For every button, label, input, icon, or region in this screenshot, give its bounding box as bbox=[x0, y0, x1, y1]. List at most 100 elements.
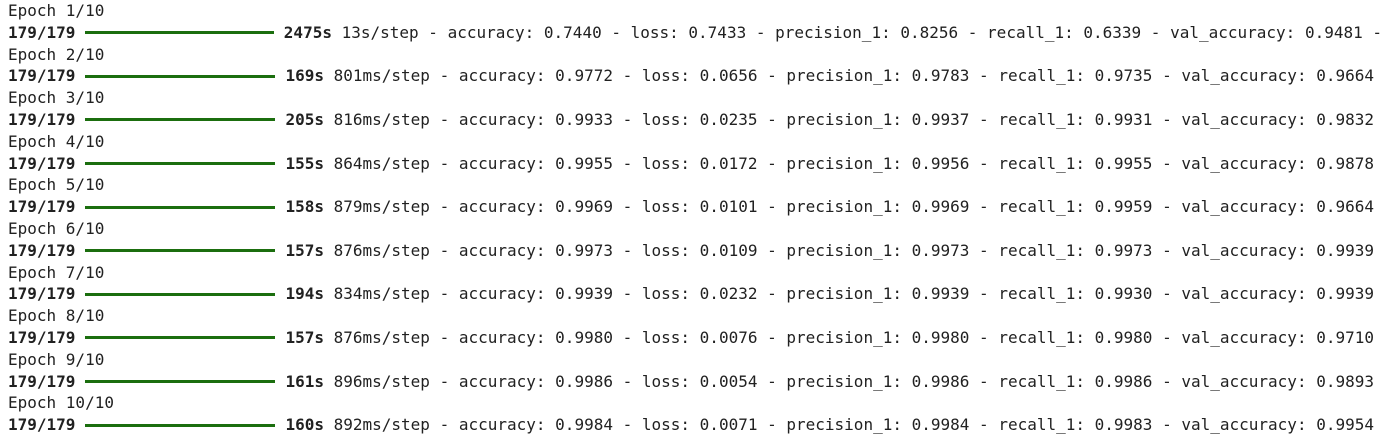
dash-separator: - bbox=[612, 284, 642, 304]
dash-separator: - bbox=[969, 327, 999, 347]
dash-separator: - bbox=[1152, 197, 1182, 217]
metric-label: recall_1: bbox=[998, 153, 1095, 173]
epoch-header: Epoch 1/10 bbox=[8, 1, 105, 20]
accuracy-value: 0.9933 bbox=[555, 109, 613, 129]
dash-separator: - bbox=[969, 153, 999, 173]
progress-bar bbox=[85, 249, 276, 253]
step-rate: 864ms/step bbox=[333, 153, 430, 173]
metric-label: recall_1: bbox=[998, 66, 1095, 86]
accuracy-value: 0.7440 bbox=[543, 22, 602, 42]
metric-label: recall_1: bbox=[998, 415, 1095, 435]
recall-value: 0.9980 bbox=[1094, 327, 1153, 347]
precision-value: 0.9986 bbox=[911, 371, 970, 391]
dash-separator: - bbox=[612, 371, 642, 391]
dash-separator: - bbox=[1152, 66, 1182, 86]
epoch-header: Epoch 4/10 bbox=[8, 131, 105, 151]
dash-separator: - bbox=[429, 415, 459, 435]
metric-label: precision_1: bbox=[786, 415, 912, 435]
step-rate: 892ms/step bbox=[333, 415, 430, 435]
progress-bar bbox=[85, 336, 276, 340]
recall-value: 0.9983 bbox=[1094, 415, 1153, 435]
dash-separator: - bbox=[969, 284, 999, 304]
step-rate: 876ms/step bbox=[333, 327, 430, 347]
epoch-progress-row: 179/179 2475s 13s/step - accuracy: 0.7440… bbox=[8, 22, 1382, 44]
epoch-header: Epoch 6/10 bbox=[8, 218, 105, 238]
dash-separator: - bbox=[1152, 284, 1182, 304]
epoch-progress-row: 179/179 160s 892ms/step - accuracy: 0.998… bbox=[8, 414, 1382, 436]
dash-separator: - bbox=[1152, 240, 1182, 260]
metric-label: loss: bbox=[641, 153, 700, 173]
metric-label: val_accuracy: bbox=[1181, 327, 1317, 347]
accuracy-value: 0.9984 bbox=[555, 415, 613, 435]
accuracy-value: 0.9969 bbox=[555, 197, 613, 217]
epoch-time: 157s bbox=[285, 327, 324, 347]
dash-separator: - bbox=[969, 240, 999, 260]
accuracy-value: 0.9973 bbox=[555, 240, 613, 260]
metric-label: precision_1: bbox=[786, 371, 912, 391]
val-accuracy-value: 0.9939 bbox=[1316, 284, 1374, 304]
epoch-progress-row: 179/179 205s 816ms/step - accuracy: 0.993… bbox=[8, 109, 1382, 131]
training-log-output: Epoch 1/10 179/179 2475s 13s/step - accura… bbox=[8, 0, 1382, 436]
dash-separator: - bbox=[757, 153, 787, 173]
loss-value: 0.0071 bbox=[699, 415, 758, 435]
precision-value: 0.9984 bbox=[911, 415, 970, 435]
metric-label: val_accuracy: bbox=[1181, 66, 1317, 86]
metric-label: precision_1: bbox=[786, 197, 912, 217]
dash-separator: - bbox=[757, 240, 787, 260]
metric-label: precision_1: bbox=[775, 22, 901, 42]
metric-label: accuracy: bbox=[458, 284, 556, 304]
dash-separator: - bbox=[429, 284, 459, 304]
epoch-time: 157s bbox=[285, 240, 324, 260]
step-count: 179/179 bbox=[8, 22, 76, 42]
dash-separator: - bbox=[1152, 109, 1182, 129]
metric-label: accuracy: bbox=[458, 109, 556, 129]
metric-label: recall_1: bbox=[998, 284, 1095, 304]
val-accuracy-value: 0.9481 bbox=[1304, 22, 1363, 42]
step-rate: 876ms/step bbox=[333, 240, 430, 260]
dash-separator: - bbox=[757, 197, 787, 217]
metric-label: precision_1: bbox=[786, 240, 912, 260]
epoch-progress-row: 179/179 157s 876ms/step - accuracy: 0.998… bbox=[8, 327, 1382, 349]
recall-value: 0.9986 bbox=[1094, 371, 1153, 391]
dash-separator: - bbox=[429, 153, 459, 173]
metric-label: val_accuracy: bbox=[1181, 109, 1317, 129]
metric-label: loss: bbox=[641, 284, 700, 304]
dash-separator: - bbox=[612, 240, 642, 260]
epoch-progress-row: 179/179 194s 834ms/step - accuracy: 0.993… bbox=[8, 283, 1382, 305]
step-count: 179/179 bbox=[8, 371, 76, 391]
dash-separator: - bbox=[958, 22, 988, 42]
metric-label: val_accuracy: bbox=[1181, 197, 1317, 217]
step-count: 179/179 bbox=[8, 415, 76, 435]
dash-separator: - bbox=[429, 240, 459, 260]
dash-separator: - bbox=[429, 327, 459, 347]
metric-label: recall_1: bbox=[987, 22, 1084, 42]
progress-bar bbox=[85, 118, 276, 122]
recall-value: 0.9931 bbox=[1094, 109, 1153, 129]
dash-separator: - bbox=[757, 371, 787, 391]
dash-separator: - bbox=[757, 327, 787, 347]
recall-value: 0.6339 bbox=[1083, 22, 1142, 42]
dash-separator: - bbox=[601, 22, 631, 42]
metric-label: recall_1: bbox=[998, 109, 1095, 129]
dash-separator: - bbox=[429, 66, 459, 86]
epoch-time: 161s bbox=[285, 371, 324, 391]
step-count: 179/179 bbox=[8, 66, 76, 86]
dash-separator: - bbox=[1141, 22, 1171, 42]
loss-value: 0.0172 bbox=[699, 153, 758, 173]
dash-separator: - bbox=[757, 415, 787, 435]
dash-separator: - bbox=[757, 284, 787, 304]
metric-label: val_accuracy: bbox=[1181, 284, 1317, 304]
dash-separator: - bbox=[969, 66, 999, 86]
dash-separator: - bbox=[612, 197, 642, 217]
epoch-time: 160s bbox=[285, 415, 324, 435]
epoch-time: 205s bbox=[285, 109, 324, 129]
metric-label: val_accuracy: bbox=[1181, 153, 1317, 173]
epoch-time: 169s bbox=[285, 66, 324, 86]
dash-separator: - bbox=[612, 415, 642, 435]
